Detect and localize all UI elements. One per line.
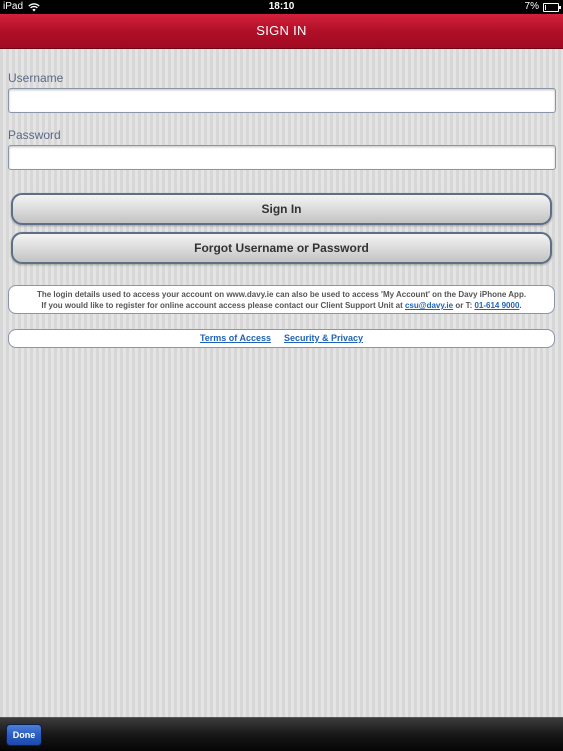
info-line-1: The login details used to access your ac… [36, 290, 527, 299]
terms-of-access-link[interactable]: Terms of Access [200, 333, 271, 343]
sign-in-button[interactable]: Sign In [11, 193, 552, 225]
password-label: Password [8, 128, 61, 142]
status-bar: iPad 18:10 7% [0, 0, 563, 14]
support-email-link[interactable]: csu@davy.ie [405, 301, 453, 310]
battery-icon [543, 2, 561, 12]
support-phone-link[interactable]: 01-614 9000 [474, 301, 519, 310]
info-line-2-suffix: . [519, 301, 522, 310]
info-line-2: If you would like to register for online… [9, 300, 554, 311]
info-line-2-prefix: If you would like to register for online… [41, 301, 403, 310]
page-title: SIGN IN [256, 23, 307, 38]
security-privacy-link[interactable]: Security & Privacy [284, 333, 363, 343]
info-box: The login details used to access your ac… [8, 285, 555, 314]
forgot-credentials-button[interactable]: Forgot Username or Password [11, 232, 552, 264]
battery-percent: 7% [524, 1, 539, 12]
status-time: 18:10 [268, 1, 295, 12]
legal-links: Terms of Access Security & Privacy [8, 329, 555, 348]
bottom-toolbar: Done [0, 717, 563, 751]
username-input[interactable] [8, 88, 556, 113]
password-input[interactable] [8, 145, 556, 170]
nav-bar: SIGN IN [0, 14, 563, 49]
done-button[interactable]: Done [6, 724, 42, 746]
username-label: Username [8, 71, 64, 85]
sign-in-form: Username Password Sign In Forgot Usernam… [0, 49, 563, 717]
info-line-2-mid: or T: [455, 301, 473, 310]
status-right: 7% [524, 0, 561, 14]
